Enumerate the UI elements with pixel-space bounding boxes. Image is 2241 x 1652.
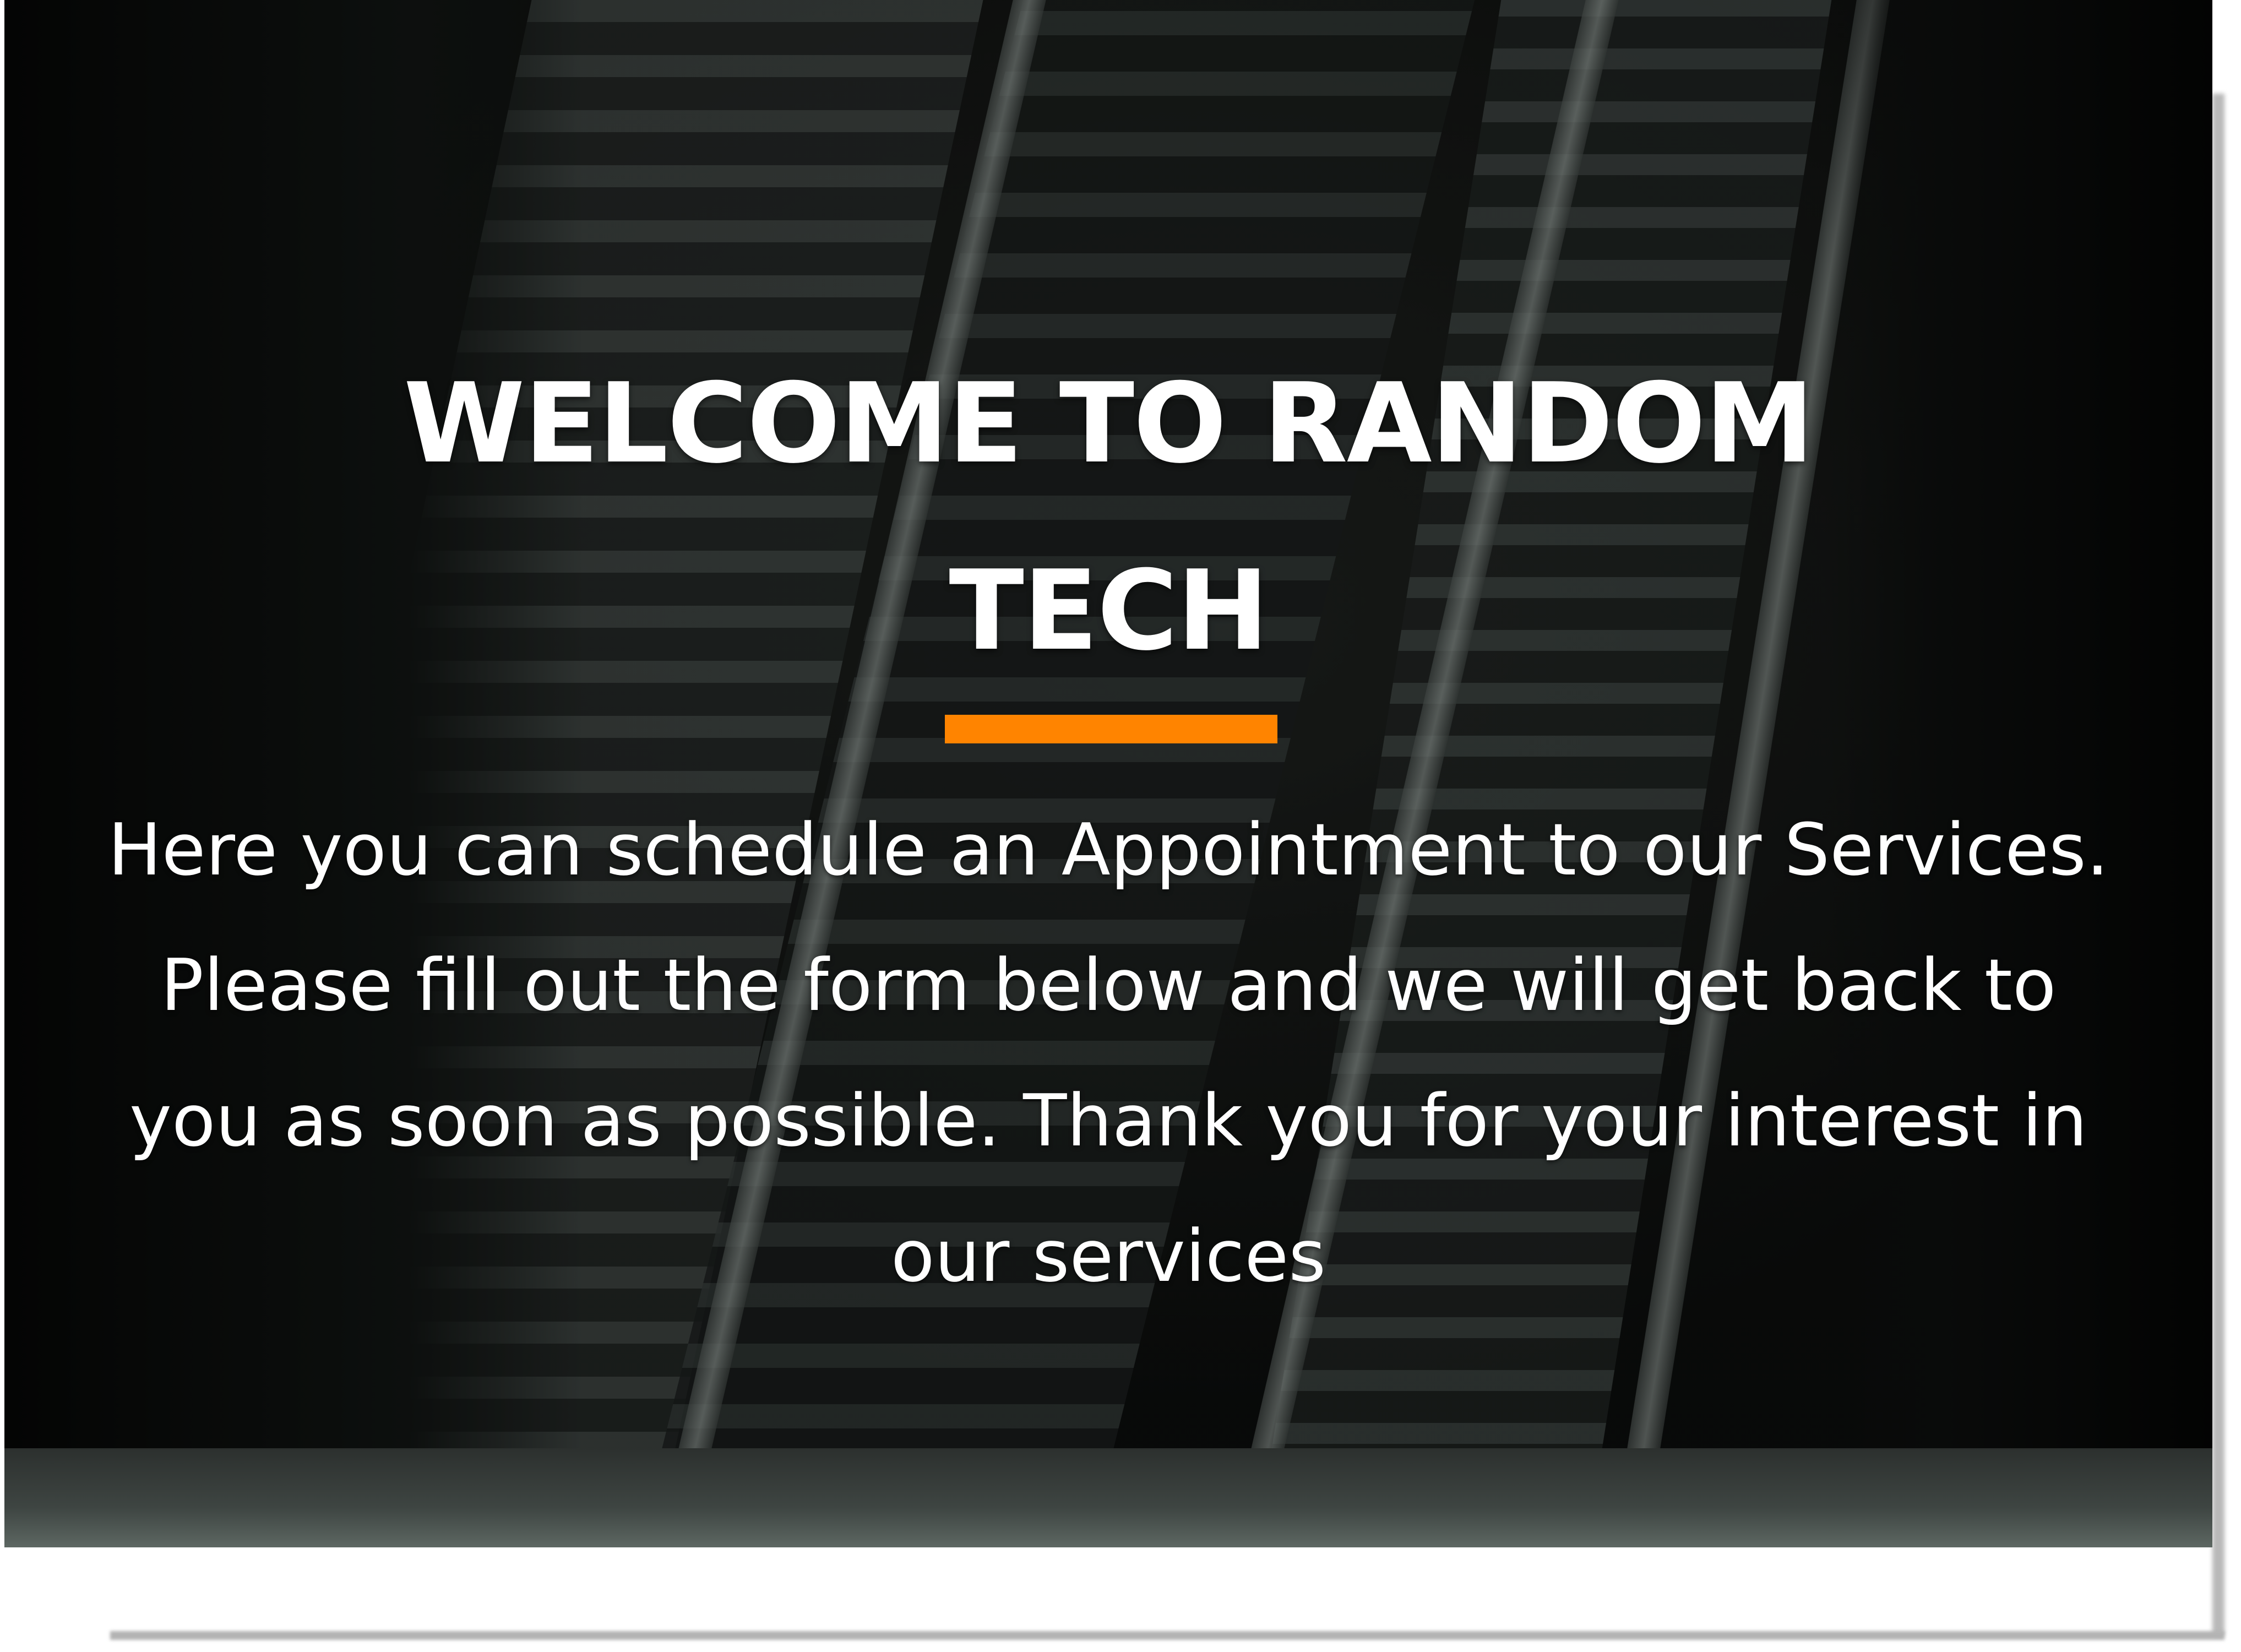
title-divider: [945, 715, 1277, 743]
hero-banner: WELCOME TO RANDOM TECH Here you can sche…: [4, 0, 2212, 1547]
hero-content: WELCOME TO RANDOM TECH Here you can sche…: [4, 0, 2212, 1448]
frame-shadow-right: [2212, 94, 2224, 1635]
hero-description: Here you can schedule an Appointment to …: [107, 808, 2109, 1298]
hero-floor-band: [4, 1448, 2212, 1547]
frame-shadow-bottom: [110, 1631, 2224, 1640]
hero-title: WELCOME TO RANDOM TECH: [403, 360, 1814, 675]
